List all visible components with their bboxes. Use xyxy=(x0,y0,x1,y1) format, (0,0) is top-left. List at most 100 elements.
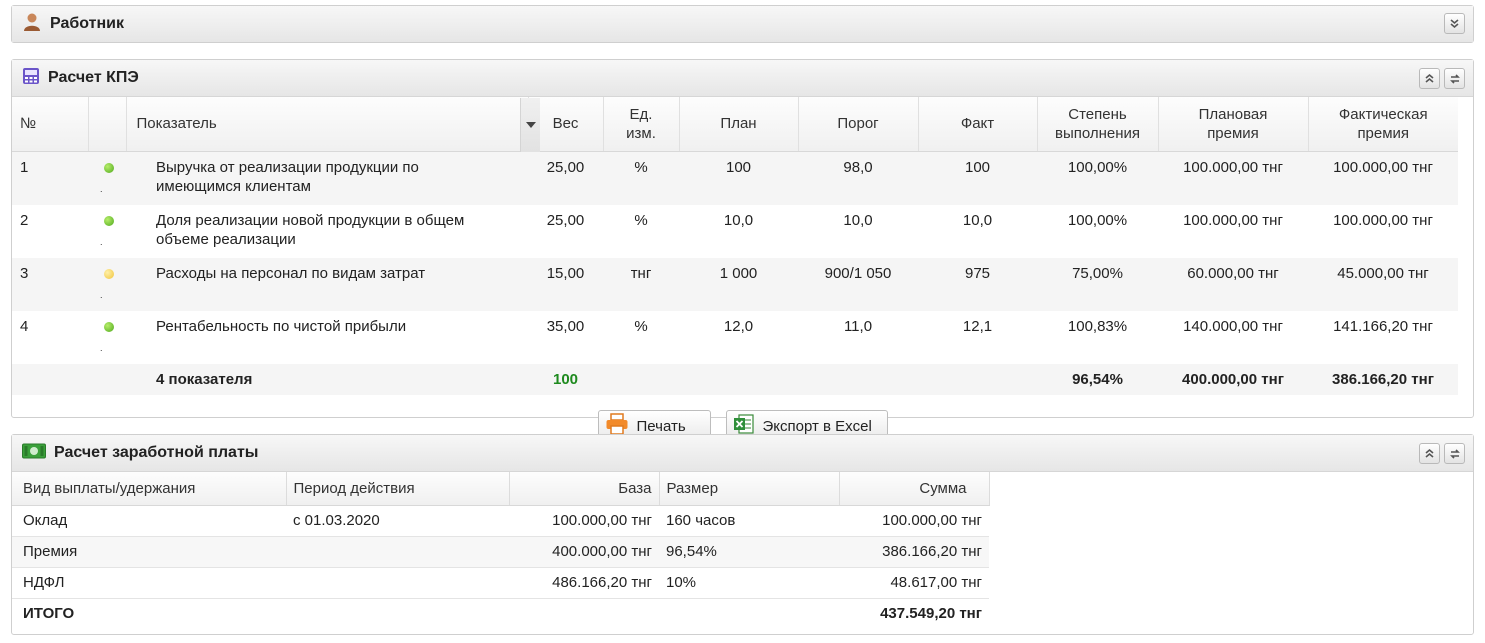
degree-cell: 75,00% xyxy=(1037,257,1158,311)
status-dot-icon xyxy=(104,162,114,173)
status-dot-icon xyxy=(104,321,114,332)
salary-header-row: Вид выплаты/удержания Период действия Ба… xyxy=(12,472,990,506)
fact-cell: 975 xyxy=(918,257,1037,311)
col-header-actual-bonus[interactable]: Фактическая премия xyxy=(1308,97,1458,152)
col-header-planned-l1: Плановая xyxy=(1198,105,1268,123)
unit-cell: % xyxy=(603,204,679,258)
kpi-table: № Показатель Вес Ед. изм. План Порог Фак… xyxy=(12,97,1485,395)
col-header-fact[interactable]: Факт xyxy=(918,97,1038,152)
col-header-threshold[interactable]: Порог xyxy=(798,97,919,152)
col-header-sum[interactable]: Сумма xyxy=(839,472,990,506)
refresh-icon[interactable] xyxy=(1444,443,1465,464)
type-cell: Оклад xyxy=(12,505,286,537)
actual-bonus-cell: 45.000,00 тнг xyxy=(1308,257,1458,311)
col-header-unit-l1: Ед. xyxy=(629,105,653,123)
size-cell: 96,54% xyxy=(659,536,839,568)
col-header-status xyxy=(88,97,127,152)
worker-panel: Работник xyxy=(11,5,1474,43)
chevron-down-icon xyxy=(525,122,536,128)
status-mark: . xyxy=(100,236,103,247)
base-cell: 486.166,20 тнг xyxy=(509,567,659,599)
status-cell: . xyxy=(88,151,126,205)
col-header-degree[interactable]: Степень выполнения xyxy=(1037,97,1159,152)
col-header-unit[interactable]: Ед. изм. xyxy=(603,97,680,152)
status-mark: . xyxy=(100,183,103,194)
col-header-planned-l2: премия xyxy=(1207,124,1259,142)
worker-panel-title: Работник xyxy=(50,15,124,32)
row-num: 3 xyxy=(12,257,88,311)
table-row[interactable]: 1 . Выручка от реализации продукции по им… xyxy=(12,151,1485,205)
unit-cell: тнг xyxy=(603,257,679,311)
col-header-actual-l1: Фактическая xyxy=(1338,105,1428,123)
planned-bonus-cell: 100.000,00 тнг xyxy=(1158,204,1308,258)
salary-table: Вид выплаты/удержания Период действия Ба… xyxy=(12,472,990,629)
indicator-l2: объеме реализации xyxy=(156,230,296,248)
planned-bonus-cell: 100.000,00 тнг xyxy=(1158,151,1308,205)
kpi-panel-header[interactable]: Расчет КПЭ xyxy=(12,60,1473,97)
table-row[interactable]: НДФЛ 486.166,20 тнг 10% 48.617,00 тнг xyxy=(12,567,989,599)
period-cell: с 01.03.2020 xyxy=(286,505,509,537)
export-button-label: Экспорт в Excel xyxy=(762,417,872,435)
sum-cell: 48.617,00 тнг xyxy=(839,567,989,599)
status-dot-icon xyxy=(104,268,114,279)
table-row[interactable]: 2 . Доля реализации новой продукции в об… xyxy=(12,204,1485,258)
status-mark: . xyxy=(100,289,103,300)
col-header-indicator[interactable]: Показатель xyxy=(126,97,529,152)
col-header-num[interactable]: № xyxy=(12,97,89,152)
degree-cell: 100,00% xyxy=(1037,151,1158,205)
worker-panel-header[interactable]: Работник xyxy=(12,6,1473,42)
col-header-type[interactable]: Вид выплаты/удержания xyxy=(12,472,287,506)
col-header-plan[interactable]: План xyxy=(679,97,799,152)
base-cell: 100.000,00 тнг xyxy=(509,505,659,537)
table-row[interactable]: Оклад с 01.03.2020 100.000,00 тнг 160 ча… xyxy=(12,505,989,537)
total-empty-cell xyxy=(679,363,798,395)
total-empty-cell xyxy=(659,598,839,629)
planned-bonus-cell: 60.000,00 тнг xyxy=(1158,257,1308,311)
status-dot-icon xyxy=(104,215,114,226)
total-label: 4 показателя xyxy=(126,363,528,395)
money-icon xyxy=(22,443,46,463)
total-empty-cell xyxy=(798,363,918,395)
threshold-cell: 10,0 xyxy=(798,204,918,258)
status-cell: . xyxy=(88,310,126,364)
salary-panel: Расчет заработной платы Вид выплаты/удер… xyxy=(11,434,1474,635)
total-empty-cell xyxy=(286,598,509,629)
plan-cell: 12,0 xyxy=(679,310,798,364)
table-row[interactable]: Премия 400.000,00 тнг 96,54% 386.166,20 … xyxy=(12,536,989,568)
col-header-base[interactable]: База xyxy=(509,472,660,506)
col-header-period[interactable]: Период действия xyxy=(286,472,510,506)
weight-cell: 25,00 xyxy=(528,204,603,258)
col-header-size[interactable]: Размер xyxy=(659,472,840,506)
refresh-icon[interactable] xyxy=(1444,68,1465,89)
row-num: 1 xyxy=(12,151,88,205)
base-cell: 400.000,00 тнг xyxy=(509,536,659,568)
sort-dropdown-button[interactable] xyxy=(520,98,540,152)
table-row[interactable]: 4 . Рентабельность по чистой прибыли 35,… xyxy=(12,310,1485,364)
size-cell: 160 часов xyxy=(659,505,839,537)
indicator-l1: Доля реализации новой продукции в общем xyxy=(156,211,465,229)
fact-cell: 100 xyxy=(918,151,1037,205)
total-empty-cell xyxy=(603,363,679,395)
salary-total-sum: 437.549,20 тнг xyxy=(839,598,989,629)
sum-cell: 386.166,20 тнг xyxy=(839,536,989,568)
period-cell xyxy=(286,536,509,568)
fact-cell: 12,1 xyxy=(918,310,1037,364)
salary-panel-title: Расчет заработной платы xyxy=(54,444,259,461)
expand-icon[interactable] xyxy=(1444,13,1465,34)
col-header-degree-l2: выполнения xyxy=(1054,124,1141,142)
plan-cell: 1 000 xyxy=(679,257,798,311)
unit-cell: % xyxy=(603,151,679,205)
kpi-total-row: 4 показателя 100 96,54% 400.000,00 тнг 3… xyxy=(12,363,1485,395)
table-row[interactable]: 3 . Расходы на персонал по видам затрат … xyxy=(12,257,1485,311)
weight-cell: 15,00 xyxy=(528,257,603,311)
col-header-planned-bonus[interactable]: Плановая премия xyxy=(1158,97,1309,152)
threshold-cell: 900/1 050 xyxy=(798,257,918,311)
unit-cell: % xyxy=(603,310,679,364)
status-cell: . xyxy=(88,204,126,258)
actual-bonus-cell: 141.166,20 тнг xyxy=(1308,310,1458,364)
salary-panel-header[interactable]: Расчет заработной платы xyxy=(12,435,1473,472)
collapse-icon[interactable] xyxy=(1419,68,1440,89)
period-cell xyxy=(286,567,509,599)
indicator-cell: Расходы на персонал по видам затрат xyxy=(126,257,528,311)
collapse-icon[interactable] xyxy=(1419,443,1440,464)
